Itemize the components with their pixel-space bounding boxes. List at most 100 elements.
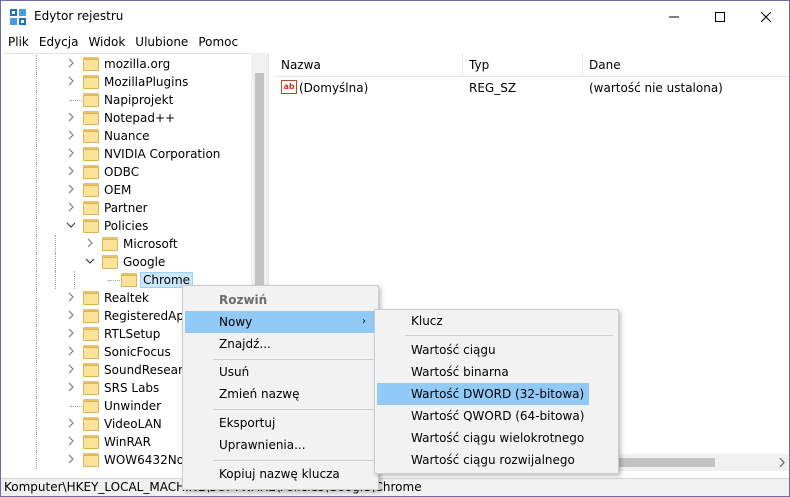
menu-edit[interactable]: Edycja [34,32,84,52]
column-header-type[interactable]: Typ [463,53,583,77]
tree-guide-line [36,55,37,73]
tree-item-label: SonicFocus [104,345,171,359]
tree-scroll-thumb[interactable] [255,73,264,313]
collapse-chevron-icon[interactable] [84,256,96,268]
folder-icon [83,398,99,413]
menu-item-expand[interactable]: Rozwiń [185,289,376,311]
expand-chevron-icon[interactable] [65,454,77,466]
expand-chevron-icon[interactable] [65,436,77,448]
menu-item-rename[interactable]: Zmień nazwę [185,383,376,405]
close-icon [761,11,771,22]
tree-guide-line [36,289,37,307]
tree-guide-line [36,199,37,217]
expand-chevron-icon[interactable] [65,382,77,394]
tree-item[interactable]: Google [3,253,268,271]
expand-chevron-icon[interactable] [65,292,77,304]
tree-item[interactable]: Notepad++ [3,109,268,127]
tree-guide-line [36,271,37,289]
menu-item-permissions[interactable]: Uprawnienia... [185,434,376,456]
tree-item-label: Notepad++ [104,111,176,125]
tree-guide-line [36,217,37,235]
scroll-right-icon[interactable] [778,458,786,467]
tree-item[interactable]: Partner [3,199,268,217]
menu-file[interactable]: Plik [3,32,34,52]
close-button[interactable] [743,1,789,32]
expand-chevron-icon[interactable] [65,310,77,322]
tree-item[interactable]: MozillaPlugins [3,73,268,91]
folder-icon [83,128,99,143]
column-header-name[interactable]: Nazwa [275,53,463,77]
tree-guide-line [36,109,37,127]
tree-item-label: Google [123,255,166,269]
list-header: Nazwa Typ Dane [275,53,789,77]
submenu-item-multi-string-value[interactable]: Wartość ciągu wielokrotnego [377,427,616,449]
maximize-button[interactable] [697,1,743,32]
title-bar[interactable]: Edytor rejestru [1,1,789,32]
tree-item[interactable]: NVIDIA Corporation [3,145,268,163]
expand-chevron-icon[interactable] [65,184,77,196]
expand-chevron-icon[interactable] [65,166,77,178]
list-row[interactable]: ab (Domyślna) REG_SZ (wartość nie ustalo… [275,78,789,98]
expand-chevron-icon[interactable] [65,148,77,160]
tree-guide-line [36,163,37,181]
menu-view[interactable]: Widok [83,32,130,52]
folder-icon [121,272,137,287]
folder-icon [83,380,99,395]
tree-guide-line [36,145,37,163]
menu-item-delete[interactable]: Usuń [185,361,376,383]
menu-favorites[interactable]: Ulubione [130,32,193,52]
value-type: REG_SZ [469,81,517,95]
folder-icon [83,110,99,125]
tree-item[interactable]: Policies [3,217,268,235]
folder-icon [83,74,99,89]
expand-chevron-icon[interactable] [65,112,77,124]
submenu-item-string-value[interactable]: Wartość ciągu [377,339,616,361]
folder-icon [83,218,99,233]
tree-item[interactable]: mozilla.org [3,55,268,73]
tree-guide-line [36,91,37,109]
tree-item[interactable]: Napiprojekt [3,91,268,109]
submenu-item-binary-value[interactable]: Wartość binarna [377,361,616,383]
expand-chevron-icon[interactable] [65,328,77,340]
expand-chevron-icon[interactable] [65,76,77,88]
tree-item[interactable]: Microsoft [3,235,268,253]
expand-chevron-icon[interactable] [65,202,77,214]
folder-icon [83,290,99,305]
expand-chevron-icon[interactable] [65,130,77,142]
tree-item[interactable]: Nuance [3,127,268,145]
submenu-item-key[interactable]: Klucz [377,310,616,332]
expand-chevron-icon[interactable] [65,418,77,430]
tree-item-label: Realtek [104,291,149,305]
menu-help[interactable]: Pomoc [193,32,243,52]
tree-guide-line [55,235,56,253]
expand-chevron-icon[interactable] [84,238,96,250]
expand-chevron-icon[interactable] [65,364,77,376]
folder-icon [83,344,99,359]
submenu-item-qword-value[interactable]: Wartość QWORD (64-bitowa) [377,405,616,427]
tree-guide-line [36,379,37,397]
menu-item-find[interactable]: Znajdź... [185,333,376,355]
tree-item[interactable]: ODBC [3,163,268,181]
folder-icon [102,236,118,251]
expand-chevron-icon[interactable] [65,346,77,358]
collapse-chevron-icon[interactable] [65,220,77,232]
tree-item-label: NVIDIA Corporation [104,147,221,161]
menu-item-export[interactable]: Eksportuj [185,412,376,434]
tree-guide-line [36,73,37,91]
folder-icon [83,326,99,341]
column-header-data[interactable]: Dane [583,53,789,77]
string-value-icon: ab [281,80,297,94]
tree-guide-line [36,343,37,361]
submenu-item-dword-value[interactable]: Wartość DWORD (32-bitowa) [377,383,589,405]
expand-chevron-icon[interactable] [65,58,77,70]
menu-item-copy-key-name[interactable]: Kopiuj nazwę klucza [185,463,376,485]
menu-bar: Plik Edycja Widok Ulubione Pomoc [1,32,789,52]
menu-separator [213,359,373,360]
minimize-button[interactable] [651,1,697,32]
folder-icon [83,146,99,161]
menu-item-new[interactable]: Nowy › [185,311,376,333]
submenu-item-expandable-string-value[interactable]: Wartość ciągu rozwijalnego [377,449,616,471]
tree-item[interactable]: OEM [3,181,268,199]
tree-guide-line [36,433,37,451]
folder-icon [83,56,99,71]
